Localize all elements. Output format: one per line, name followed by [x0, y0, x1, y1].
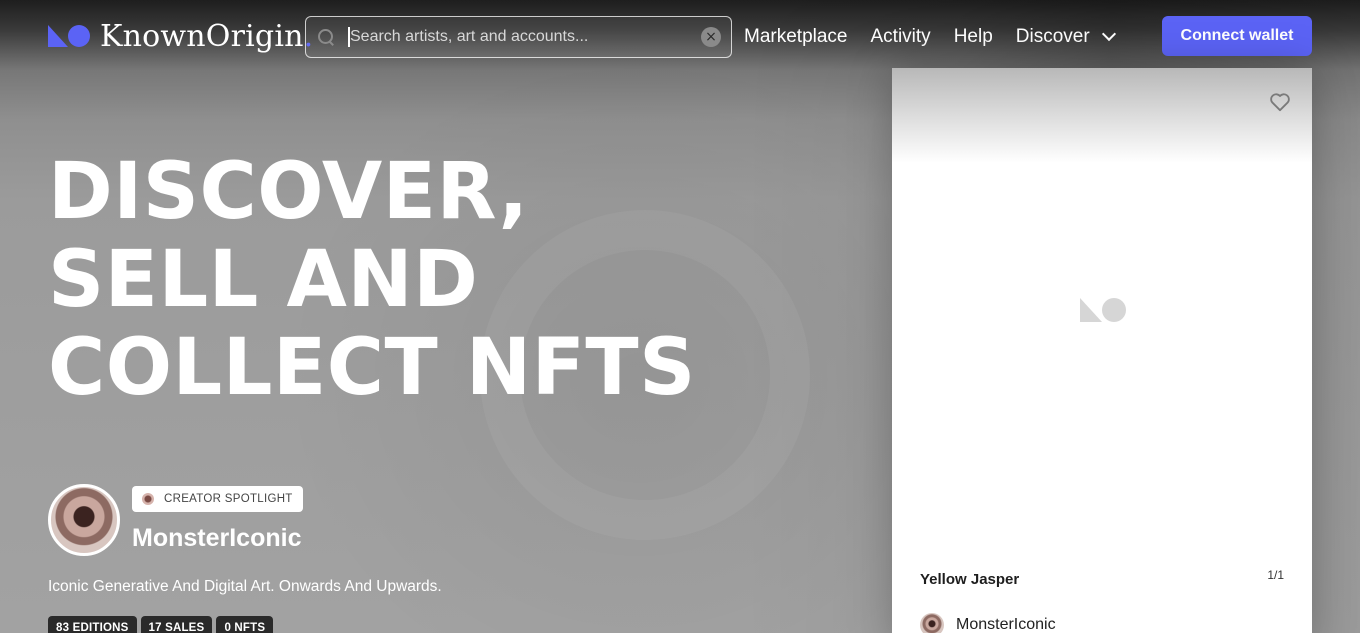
- artwork-title[interactable]: Yellow Jasper: [920, 571, 1019, 588]
- artist-avatar: [920, 613, 944, 633]
- chevron-down-icon: [1101, 26, 1116, 42]
- stat-sales: 17 SALES: [140, 616, 213, 633]
- heart-icon[interactable]: [1269, 92, 1291, 112]
- search-icon: [318, 29, 334, 45]
- logo-mark-icon: [48, 25, 90, 47]
- artwork-artist[interactable]: MonsterIconic: [920, 613, 1056, 633]
- nav-links: Marketplace Activity Help Discover: [744, 24, 1116, 50]
- headline-line-2: SELL AND: [48, 235, 479, 325]
- creator-spotlight-badge: CREATOR SPOTLIGHT: [132, 486, 303, 512]
- hero-headline: DISCOVER, SELL AND COLLECT NFTS: [48, 148, 748, 412]
- card-image-top: [892, 68, 1312, 163]
- creator-bio: Iconic Generative And Digital Art. Onwar…: [48, 578, 442, 595]
- nav-link-activity[interactable]: Activity: [871, 26, 931, 48]
- headline-line-1: DISCOVER,: [48, 147, 529, 237]
- knownorigin-logo[interactable]: KnownOrigin .: [48, 18, 313, 54]
- nav-link-help[interactable]: Help: [954, 26, 993, 48]
- creator-name-link[interactable]: MonsterIconic: [132, 524, 301, 553]
- search-input[interactable]: [348, 27, 701, 47]
- nav-dropdown-discover[interactable]: Discover: [1015, 26, 1116, 48]
- headline-line-3: COLLECT NFTS: [48, 323, 696, 413]
- artwork-edition: 1/1: [1267, 568, 1284, 582]
- clear-search-icon[interactable]: ×: [701, 27, 721, 47]
- logo-text: KnownOrigin: [100, 18, 304, 54]
- stat-editions: 83 EDITIONS: [48, 616, 137, 633]
- stat-nfts: 0 NFTS: [216, 616, 274, 633]
- creator-stats: 83 EDITIONS 17 SALES 0 NFTS: [48, 616, 277, 633]
- top-navigation: KnownOrigin . × Marketplace Activity Hel…: [0, 0, 1360, 72]
- artwork-placeholder-icon: [1080, 298, 1126, 322]
- spotlight-avatar-icon: [142, 493, 154, 505]
- search-bar[interactable]: ×: [305, 16, 732, 58]
- nav-link-marketplace[interactable]: Marketplace: [744, 26, 848, 48]
- artist-name: MonsterIconic: [956, 616, 1056, 633]
- connect-wallet-button[interactable]: Connect wallet: [1162, 16, 1312, 56]
- discover-label: Discover: [1015, 26, 1090, 47]
- badge-label: CREATOR SPOTLIGHT: [164, 493, 293, 505]
- featured-artwork-card[interactable]: Yellow Jasper 1/1 MonsterIconic: [892, 68, 1312, 633]
- creator-avatar[interactable]: [48, 484, 120, 556]
